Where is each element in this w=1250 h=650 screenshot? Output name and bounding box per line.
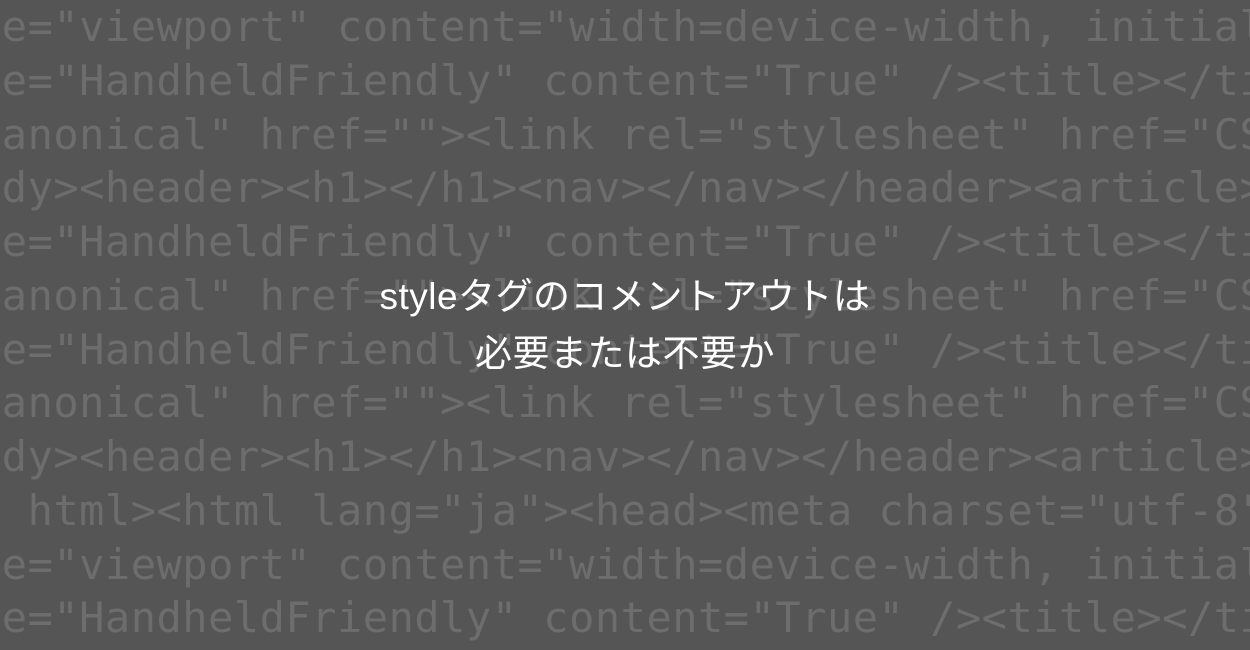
title-line-1: styleタグのコメントアウトは [379, 276, 870, 317]
title-line-2: 必要または不要か [475, 333, 775, 374]
title-container: styleタグのコメントアウトは 必要または不要か [0, 0, 1250, 650]
page-title: styleタグのコメントアウトは 必要または不要か [379, 268, 870, 383]
